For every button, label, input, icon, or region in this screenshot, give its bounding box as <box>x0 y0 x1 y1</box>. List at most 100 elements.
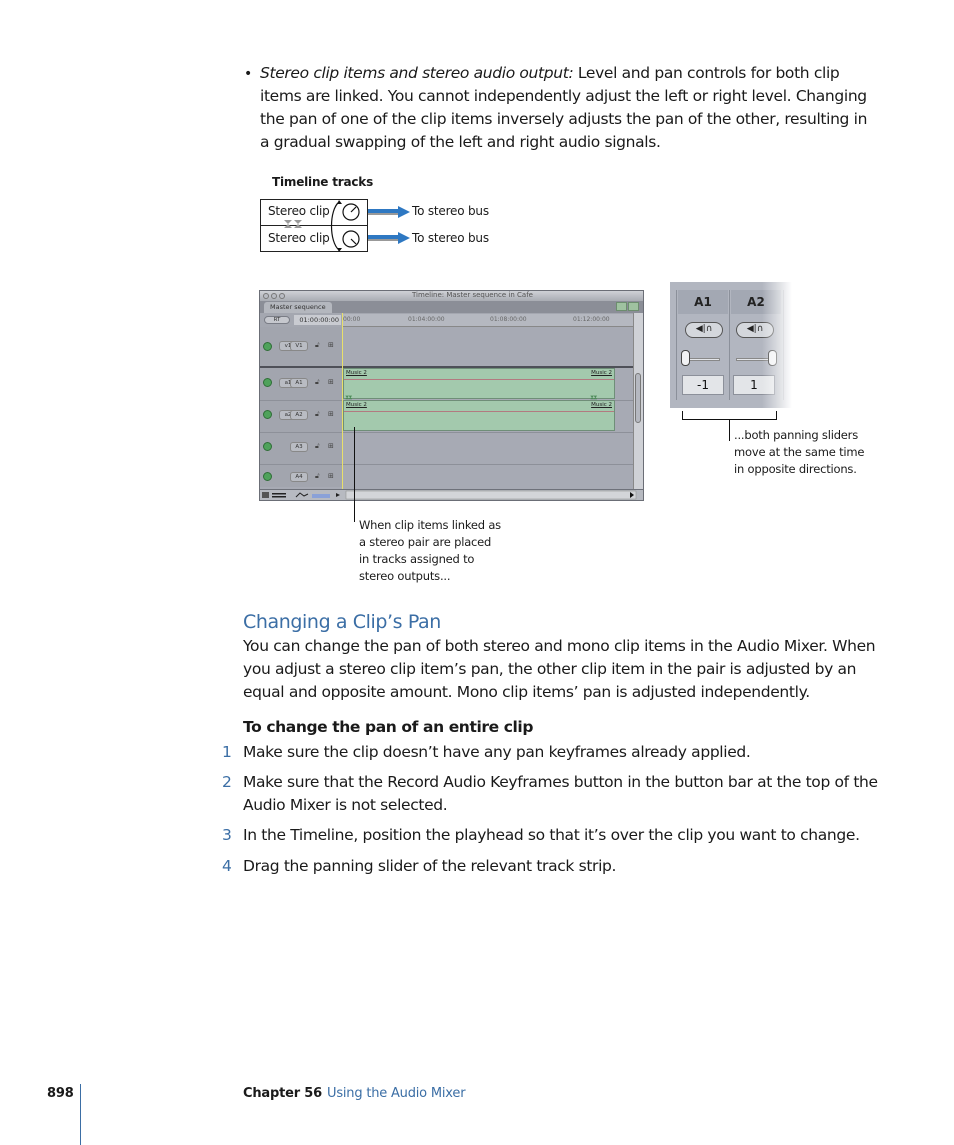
task-heading: To change the pan of an entire clip <box>243 718 534 736</box>
callout-mixer: ...both panning sliders move at the same… <box>734 428 865 476</box>
speaker-icon: ◀ <box>746 324 754 334</box>
timeline-screenshot: Timeline: Master sequence in Cafe Master… <box>259 290 644 501</box>
playhead <box>342 313 343 489</box>
pan-knobs-icon <box>330 200 360 252</box>
destination-control: A3 <box>290 442 308 452</box>
footer-chapter: Chapter 56 <box>243 1086 322 1101</box>
strip-divider <box>676 290 677 400</box>
pan-slider-knob-a1 <box>681 350 690 366</box>
diagram-track-2-label: Stereo clip <box>268 231 330 245</box>
close-button <box>263 293 269 299</box>
headphones-icon: ∩ <box>705 324 713 334</box>
callout-leader-mixer <box>729 419 730 441</box>
timeline-ruler-row: RT 01:00:00:00 00:00 01:04:00:00 01:08:0… <box>260 313 643 327</box>
destination-control: A1 <box>290 378 308 388</box>
lock-icon: 🔓︎ <box>315 442 320 450</box>
step-number: 2 <box>222 773 232 791</box>
ruler-tick: 01:04:00:00 <box>408 316 445 323</box>
clip-name-end: Music 2 <box>591 402 612 408</box>
scroll-thumb <box>635 373 641 423</box>
link-indicator-icon <box>284 220 302 228</box>
ruler-tick: 00:00 <box>343 316 361 323</box>
speaker-icon <box>263 378 272 387</box>
destination-control: A4 <box>290 472 308 482</box>
step-text: Make sure that the Record Audio Keyframe… <box>243 773 878 814</box>
auto-select-icon: ⊞ <box>328 378 334 386</box>
track-a4: A4 🔓︎ ⊞ <box>260 464 635 491</box>
linking-button <box>616 302 627 311</box>
lock-icon: 🔓︎ <box>315 378 320 386</box>
current-timecode: 01:00:00:00 <box>294 315 341 325</box>
clip-overlays-icon <box>295 492 309 498</box>
diagram-track-1-label: Stereo clip <box>268 204 330 218</box>
speaker-icon: ◀ <box>695 324 703 334</box>
track-height-icon <box>262 492 269 498</box>
speaker-icon <box>263 472 272 481</box>
stereo-link-icon: ⧗⧗ <box>345 394 353 401</box>
callout-leader-timeline <box>354 427 355 522</box>
pan-value-a1: -1 <box>682 375 724 395</box>
auto-select-icon: ⊞ <box>328 341 334 349</box>
vertical-scrollbar <box>633 313 643 489</box>
mute-solo-buttons-a1: ◀|∩ <box>685 322 723 338</box>
step-text: In the Timeline, position the playhead s… <box>243 826 860 844</box>
lock-icon: 🔓︎ <box>315 410 320 418</box>
diagram-track-1-output: To stereo bus <box>412 204 489 218</box>
auto-select-icon: ⊞ <box>328 410 334 418</box>
strip-a1-label: A1 <box>678 290 728 314</box>
track-a3: A3 🔓︎ ⊞ <box>260 432 635 465</box>
clip-music-2-a2: Music 2 Music 2 <box>343 400 615 431</box>
track-v1: v1 V1 🔓︎ ⊞ <box>260 327 635 367</box>
bullet-marker: • <box>244 66 253 82</box>
stereo-link-icon: ⧗⧗ <box>590 394 598 401</box>
callout-timeline: When clip items linked as a stereo pair … <box>359 518 501 583</box>
clip-music-2-a1: Music 2 Music 2 <box>343 368 615 399</box>
audio-level-line <box>344 379 614 380</box>
ruler-tick: 01:08:00:00 <box>490 316 527 323</box>
zoom-controls <box>262 490 637 500</box>
auto-select-icon: ⊞ <box>328 442 334 450</box>
step-text: Make sure the clip doesn’t have any pan … <box>243 743 751 761</box>
auto-select-icon: ⊞ <box>328 472 334 480</box>
clip-name-start: Music 2 <box>346 370 367 376</box>
timeline-window-title: Timeline: Master sequence in Cafe <box>412 291 533 299</box>
snapping-button <box>628 302 639 311</box>
minimize-button <box>271 293 277 299</box>
timeline-titlebar: Timeline: Master sequence in Cafe <box>260 291 643 301</box>
step-text: Drag the panning slider of the relevant … <box>243 857 617 875</box>
diagram-track-2-output: To stereo bus <box>412 231 489 245</box>
audio-mixer-screenshot: A1 A2 ◀|∩ ◀|∩ -1 1 <box>670 282 792 408</box>
tab-master-sequence: Master sequence <box>264 302 332 313</box>
bullet-paragraph: Stereo clip items and stereo audio outpu… <box>260 62 880 154</box>
lock-icon: 🔓︎ <box>315 472 320 480</box>
footer-rule <box>80 1084 81 1145</box>
page-number: 898 <box>47 1086 74 1101</box>
fade-edge <box>762 282 792 408</box>
step-number: 1 <box>222 743 232 761</box>
strip-divider <box>729 290 730 400</box>
track-visibility-icon <box>263 342 272 351</box>
clip-name-end: Music 2 <box>591 370 612 376</box>
timeline-tab-bar: Master sequence <box>260 301 643 313</box>
lock-icon: 🔓︎ <box>315 341 320 349</box>
step-number: 3 <box>222 826 232 844</box>
step-number: 4 <box>222 857 232 875</box>
section-intro: You can change the pan of both stereo an… <box>243 637 876 701</box>
section-heading: Changing a Clip’s Pan <box>243 611 441 633</box>
audio-level-line <box>344 411 614 412</box>
diagram-title: Timeline tracks <box>272 175 374 189</box>
destination-control: A2 <box>290 410 308 420</box>
clip-name-start: Music 2 <box>346 402 367 408</box>
bus-arrows-icon <box>368 206 410 244</box>
rt-popup: RT <box>264 316 290 324</box>
speaker-icon <box>263 410 272 419</box>
speaker-icon <box>263 442 272 451</box>
zoom-button <box>279 293 285 299</box>
zoom-slider-icon <box>312 494 330 498</box>
time-ruler: 00:00 01:04:00:00 01:08:00:00 01:12:00:0… <box>342 314 635 327</box>
ruler-tick: 01:12:00:00 <box>573 316 610 323</box>
timeline-bottom-bar <box>260 489 643 500</box>
bullet-lead: Stereo clip items and stereo audio outpu… <box>260 64 574 82</box>
footer-chapter-title: Using the Audio Mixer <box>327 1086 466 1101</box>
destination-control: V1 <box>290 341 308 351</box>
